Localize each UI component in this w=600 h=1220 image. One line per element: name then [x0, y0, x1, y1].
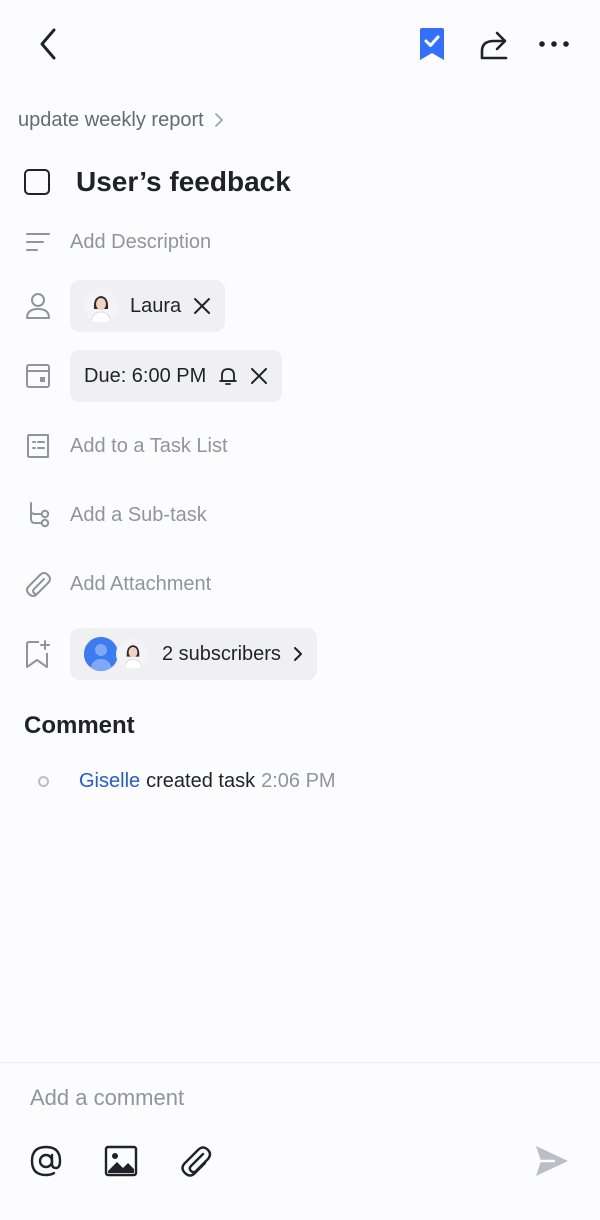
avatar: [84, 637, 118, 671]
task-title-row: User’s feedback: [24, 162, 291, 202]
breadcrumb-parent-task[interactable]: update weekly report: [18, 109, 204, 132]
activity-item: Giselle created task 2:06 PM: [38, 766, 336, 796]
subtask-branch-icon: [22, 499, 54, 531]
task-list-row[interactable]: Add to a Task List: [0, 420, 600, 472]
description-placeholder[interactable]: Add Description: [70, 231, 211, 254]
description-row[interactable]: Add Description: [0, 216, 600, 268]
due-row: Due: 6:00 PM: [0, 350, 600, 402]
more-button[interactable]: [534, 24, 574, 64]
task-complete-checkbox[interactable]: [24, 169, 50, 195]
description-lines-icon: [22, 226, 54, 258]
chevron-right-icon: [293, 647, 302, 661]
send-icon: [536, 1146, 568, 1176]
paperclip-icon: [181, 1146, 212, 1177]
at-mention-icon: [30, 1145, 62, 1177]
bookmark-check-icon: [420, 28, 444, 60]
person-icon: [22, 290, 54, 322]
close-icon[interactable]: [250, 367, 268, 385]
avatar: [84, 289, 118, 323]
assignee-row: Laura: [0, 280, 600, 332]
subscribers-chip[interactable]: 2 subscribers: [70, 628, 317, 680]
due-date-chip[interactable]: Due: 6:00 PM: [70, 350, 283, 402]
subscriber-avatars: [84, 637, 150, 671]
activity-action: created task: [146, 769, 256, 792]
assignee-name: Laura: [130, 294, 182, 317]
attachment-placeholder[interactable]: Add Attachment: [70, 573, 211, 596]
share-arrow-icon: [480, 31, 508, 60]
more-horizontal-icon: [539, 41, 569, 47]
subscribers-count: 2 subscribers: [162, 642, 281, 665]
task-list-icon: [22, 430, 54, 462]
calendar-icon: [22, 360, 54, 392]
activity-time: 2:06 PM: [261, 769, 336, 792]
mention-button[interactable]: [26, 1141, 66, 1181]
attachment-row[interactable]: Add Attachment: [0, 558, 600, 610]
bookmark-plus-icon: [22, 638, 54, 670]
top-bar: [0, 0, 600, 90]
paperclip-icon: [22, 568, 54, 600]
chevron-left-icon: [40, 28, 56, 60]
bookmark-button[interactable]: [414, 24, 450, 64]
subscribers-row: 2 subscribers: [0, 628, 600, 680]
comment-input[interactable]: Add a comment: [30, 1085, 184, 1111]
image-button[interactable]: [101, 1141, 141, 1181]
due-date-label: Due: 6:00 PM: [84, 364, 207, 387]
image-icon: [104, 1145, 138, 1177]
breadcrumb[interactable]: update weekly report: [18, 106, 224, 134]
subtask-placeholder[interactable]: Add a Sub-task: [70, 504, 207, 527]
chevron-right-icon: [214, 113, 223, 127]
back-button[interactable]: [28, 24, 68, 64]
send-button[interactable]: [532, 1141, 572, 1181]
attach-button[interactable]: [176, 1141, 216, 1181]
share-button[interactable]: [474, 24, 514, 64]
comment-composer: Add a comment: [0, 1062, 600, 1220]
activity-dot: [38, 775, 49, 787]
subtask-row[interactable]: Add a Sub-task: [0, 489, 600, 541]
bell-icon[interactable]: [218, 366, 238, 386]
task-title[interactable]: User’s feedback: [76, 166, 291, 198]
activity-user[interactable]: Giselle: [79, 770, 140, 793]
comment-section-title: Comment: [24, 712, 135, 739]
assignee-chip[interactable]: Laura: [70, 280, 226, 332]
task-list-placeholder[interactable]: Add to a Task List: [70, 435, 228, 458]
close-icon[interactable]: [193, 297, 211, 315]
avatar: [116, 637, 150, 671]
